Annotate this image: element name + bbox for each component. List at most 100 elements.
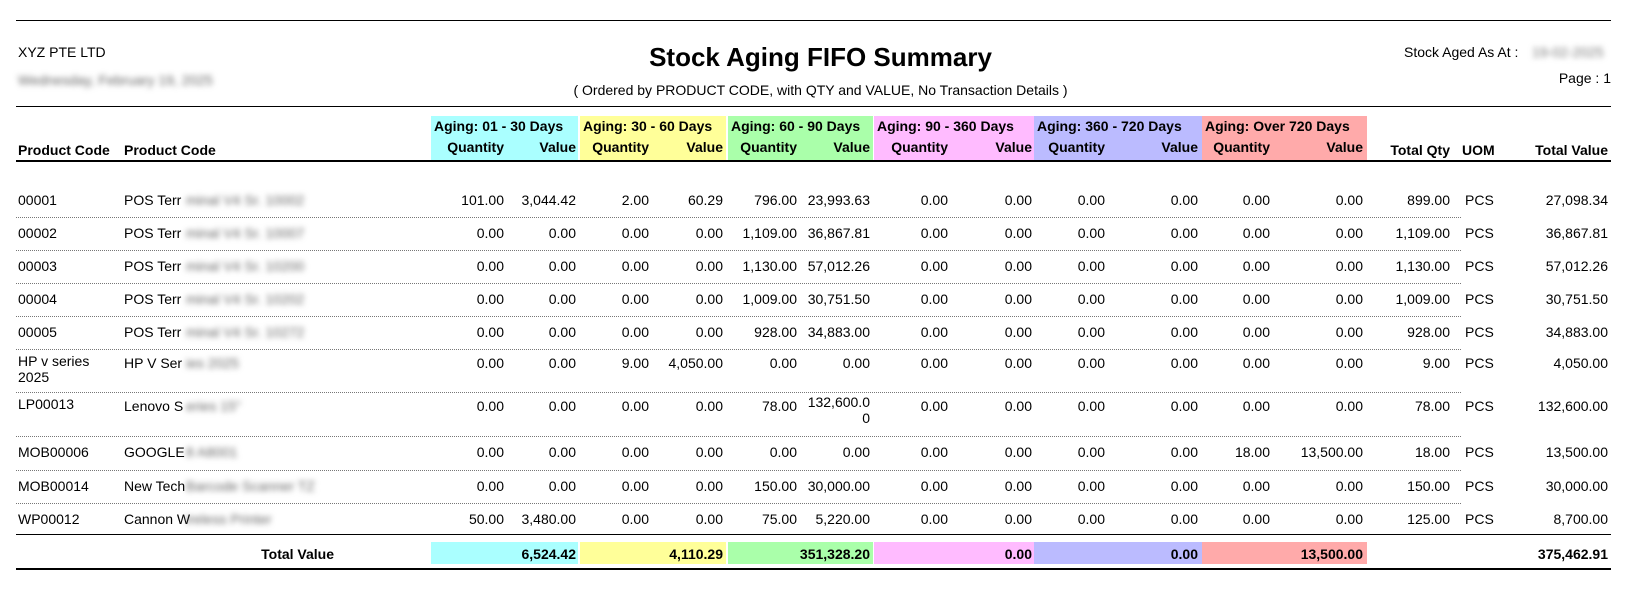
aging-quantity-cell: 0.00 <box>1242 258 1270 274</box>
aging-quantity-cell: 0.00 <box>1242 192 1270 208</box>
product-code: 00005 <box>18 324 57 340</box>
total-value-cell: 27,098.34 <box>1545 192 1608 208</box>
aging-value-cell: 30,000.00 <box>807 478 870 494</box>
product-name-redacted: eries 15" <box>186 398 241 414</box>
table-row: 00001 POS Terr minal V4 Sr. 10002 101.00 3,0… <box>0 184 1641 217</box>
total-qty-cell: 125.00 <box>1407 511 1450 527</box>
aging-quantity-cell: 0.00 <box>920 511 948 527</box>
aging-band-value-header: Value <box>1161 139 1198 155</box>
uom-cell: PCS <box>1465 258 1494 274</box>
uom-cell: PCS <box>1465 192 1494 208</box>
aging-value-cell: 30,751.50 <box>807 291 870 307</box>
aging-quantity-cell: 0.00 <box>1077 511 1105 527</box>
aging-value-cell: 57,012.26 <box>807 258 870 274</box>
table-row: 00002 POS Terr minal V4 Sr. 10007 0.00 0.00 0… <box>0 217 1641 250</box>
aging-value-cell: 0.00 <box>1335 225 1363 241</box>
product-code: 00002 <box>18 225 57 241</box>
product-name-redacted: Barcode Scanner TZ <box>186 478 315 494</box>
report-title: Stock Aging FIFO Summary <box>649 42 992 72</box>
product-code: MOB00006 <box>18 444 89 460</box>
product-name: HP V Ser <box>124 355 183 371</box>
uom-cell: PCS <box>1465 444 1494 460</box>
aging-value-cell: 0.00 <box>1335 324 1363 340</box>
aging-quantity-cell: 0.00 <box>920 324 948 340</box>
product-code: LP00013 <box>18 396 75 412</box>
aged-as-at-label: Stock Aged As At : <box>1404 44 1519 60</box>
table-row: MOB00014 New Tech Barcode Scanner TZ 0.00 0… <box>0 470 1641 503</box>
uom-cell: PCS <box>1465 511 1494 527</box>
table-row: 00003 POS Terr minal V4 Sr. 10200 0.00 0.00 0… <box>0 250 1641 283</box>
aging-quantity-cell: 0.00 <box>920 192 948 208</box>
aging-quantity-cell: 0.00 <box>1242 355 1270 371</box>
aging-value-cell: 0.00 <box>1335 355 1363 371</box>
aging-value-cell: 0.00 <box>842 444 870 460</box>
footer-grand-total: 375,462.91 <box>1537 546 1608 562</box>
total-qty-cell: 78.00 <box>1414 398 1450 414</box>
product-name-redacted: ireless Printer <box>186 511 272 527</box>
total-qty-cell: 899.00 <box>1407 192 1450 208</box>
aging-quantity-cell: 0.00 <box>1077 324 1105 340</box>
aging-value-cell: 23,993.63 <box>807 192 870 208</box>
aging-quantity-cell: 0.00 <box>920 478 948 494</box>
aging-quantity-cell: 0.00 <box>920 225 948 241</box>
aging-band-value-header: Value <box>686 139 723 155</box>
aging-quantity-cell: 0.00 <box>1242 511 1270 527</box>
footer-band-total: 351,328.20 <box>799 546 870 562</box>
aging-band-quantity-header: Quantity <box>1048 139 1105 155</box>
total-value-cell: 30,000.00 <box>1545 478 1608 494</box>
aging-band-label: Aging: 30 - 60 Days <box>583 118 713 134</box>
total-qty-cell: 1,109.00 <box>1395 225 1451 241</box>
table-row: MOB00006 GOOGLE 8 A8001 0.00 0.00 0.00 0.00 0.… <box>0 436 1641 470</box>
page-number: Page : 1 <box>1558 70 1611 86</box>
aging-value-cell: 0.00 <box>842 355 870 371</box>
footer-band-total: 0.00 <box>1170 546 1198 562</box>
product-name-redacted: 8 A8001 <box>186 444 238 460</box>
product-code: WP00012 <box>18 511 80 527</box>
aging-band-quantity-header: Quantity <box>1213 139 1270 155</box>
total-value-cell: 34,883.00 <box>1545 324 1608 340</box>
top-rule <box>16 20 1611 21</box>
aging-band-label: Aging: 360 - 720 Days <box>1037 118 1182 134</box>
col-total-qty: Total Qty <box>1390 142 1450 158</box>
aging-band-quantity-header: Quantity <box>592 139 649 155</box>
uom-cell: PCS <box>1465 398 1494 414</box>
aging-value-cell: 0.00 <box>1335 478 1363 494</box>
total-qty-cell: 1,009.00 <box>1395 291 1451 307</box>
aging-band-value-header: Value <box>833 139 870 155</box>
aging-value-cell: 13,500.00 <box>1300 444 1363 460</box>
total-value-cell: 8,700.00 <box>1553 511 1609 527</box>
total-value-cell: 4,050.00 <box>1553 355 1609 371</box>
aging-band-value-header: Value <box>1326 139 1363 155</box>
product-name: POS Terr <box>124 225 182 241</box>
header-rule <box>16 106 1611 107</box>
product-name-redacted: minal V4 Sr. 10202 <box>186 291 305 307</box>
aging-band-value-header: Value <box>539 139 576 155</box>
aging-quantity-cell: 0.00 <box>1077 398 1105 414</box>
table-row: 00005 POS Terr minal V4 Sr. 10272 0.00 0.00 0… <box>0 316 1641 349</box>
total-qty-cell: 9.00 <box>1422 355 1450 371</box>
aging-value-cell: 34,883.00 <box>807 324 870 340</box>
aging-value-cell: 0.00 <box>1335 511 1363 527</box>
aging-quantity-cell: 0.00 <box>1242 291 1270 307</box>
total-value-cell: 30,751.50 <box>1545 291 1608 307</box>
product-name: POS Terr <box>124 324 182 340</box>
product-code: HP v series 2025 <box>18 353 90 385</box>
footer-total-label: Total Value <box>261 546 334 562</box>
product-name: POS Terr <box>124 291 182 307</box>
aging-quantity-cell: 0.00 <box>1242 398 1270 414</box>
aging-band-quantity-header: Quantity <box>740 139 797 155</box>
total-value-cell: 36,867.81 <box>1545 225 1608 241</box>
total-value-cell: 132,600.00 <box>1537 398 1608 414</box>
stock-aging-report: XYZ PTE LTD Wednesday, February 19, 2025… <box>0 0 1641 589</box>
product-name: GOOGLE <box>124 444 185 460</box>
aging-quantity-cell: 0.00 <box>1077 258 1105 274</box>
product-code: 00003 <box>18 258 57 274</box>
aging-quantity-cell: 0.00 <box>1077 444 1105 460</box>
footer-bottom-rule <box>16 568 1611 570</box>
product-name-redacted: minal V4 Sr. 10272 <box>186 324 305 340</box>
total-qty-cell: 1,130.00 <box>1395 258 1451 274</box>
product-name-redacted: minal V4 Sr. 10002 <box>186 192 305 208</box>
total-qty-cell: 18.00 <box>1414 444 1450 460</box>
aging-value-cell: 5,220.00 <box>815 511 871 527</box>
total-value-cell: 13,500.00 <box>1545 444 1608 460</box>
